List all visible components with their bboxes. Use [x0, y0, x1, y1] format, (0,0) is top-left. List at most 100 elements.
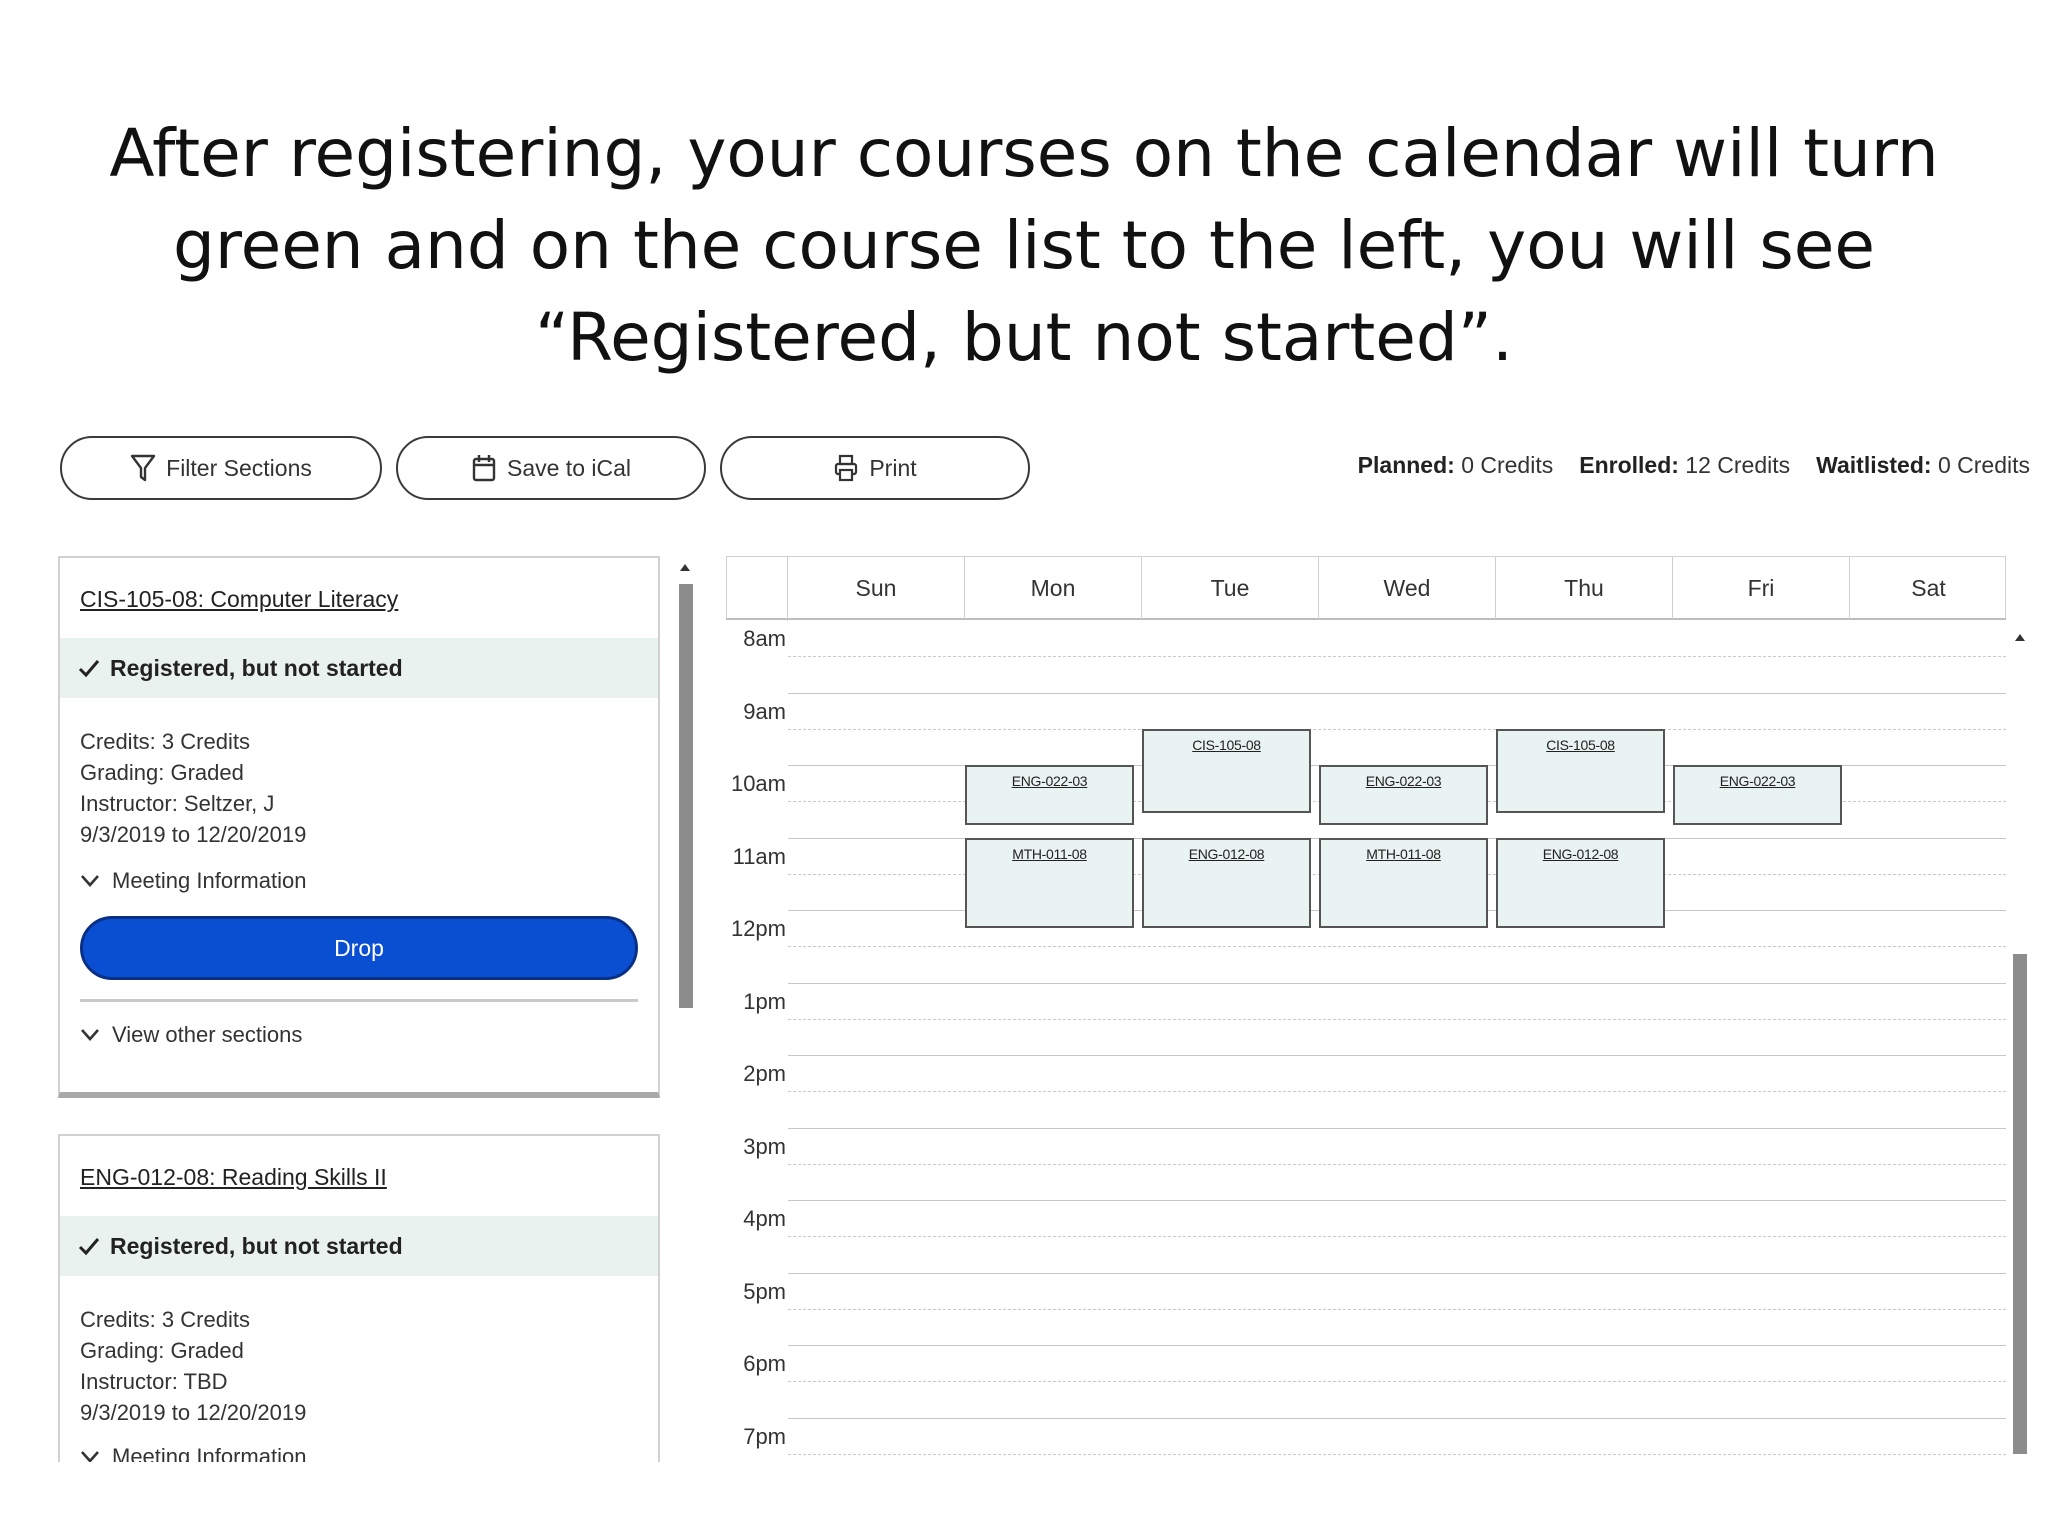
chevron-down-icon [81, 1029, 99, 1041]
course-title-link[interactable]: CIS-105-08: Computer Literacy [80, 586, 398, 613]
status-text: Registered, but not started [110, 654, 403, 681]
calendar-event-code: ENG-022-03 [1011, 773, 1088, 789]
filter-icon [130, 454, 156, 482]
half-hour-gridline [788, 1308, 2006, 1310]
hour-label: 7pm [743, 1423, 786, 1449]
slide-title: After registering, your courses on the c… [109, 115, 1939, 376]
scroll-up-arrow-icon[interactable] [680, 564, 690, 571]
meeting-information-label: Meeting Information [112, 1444, 307, 1462]
hour-gridline [788, 982, 2006, 984]
half-hour-gridline [788, 728, 2006, 730]
hour-label: 4pm [743, 1206, 786, 1231]
checkmark-icon [78, 660, 100, 678]
calendar-event[interactable]: CIS-105-08 [1496, 728, 1665, 814]
calendar-event[interactable]: MTH-011-08 [965, 837, 1134, 929]
printer-icon [835, 454, 858, 482]
scroll-thumb[interactable] [2013, 954, 2027, 1454]
course-card: ENG-012-08: Reading Skills II Registered… [58, 1134, 660, 1462]
hour-label: 8am [743, 626, 786, 651]
print-label: Print [869, 454, 917, 481]
chevron-down-icon [81, 875, 99, 887]
drop-button[interactable]: Drop [80, 916, 638, 980]
day-header-mon: Mon [964, 557, 1141, 619]
status-badge: Registered, but not started [60, 1216, 658, 1276]
hour-gridline [788, 1345, 2006, 1346]
hour-label: 1pm [743, 988, 786, 1014]
chevron-down-icon [81, 1451, 99, 1462]
calendar-icon [472, 455, 496, 482]
half-hour-gridline [788, 656, 2006, 657]
hour-label: 6pm [743, 1351, 786, 1376]
hour-label: 3pm [743, 1133, 786, 1159]
half-hour-gridline [788, 1381, 2006, 1382]
save-to-ical-button[interactable]: Save to iCal [396, 436, 706, 500]
hour-label: 5pm [743, 1278, 786, 1304]
calendar-event-code: ENG-012-08 [1188, 845, 1265, 862]
half-hour-gridline [788, 1091, 2006, 1092]
view-other-sections-toggle[interactable]: View other sections [80, 1022, 302, 1048]
schedule-calendar: Sun Mon Tue Wed Thu Fri Sat 8am 9am 10am 11am 12pm… [726, 556, 2032, 1462]
course-instructor: Instructor: Seltzer, J [80, 791, 275, 816]
half-hour-gridline [788, 1018, 2006, 1020]
enrolled-credits: Enrolled: 12 Credits [1579, 452, 1791, 478]
scroll-up-arrow-icon[interactable] [2015, 634, 2025, 641]
hour-gridline [788, 1200, 2006, 1201]
course-grading: Grading: Graded [80, 760, 244, 785]
course-grading: Grading: Graded [80, 1338, 244, 1363]
calendar-event-code: ENG-022-03 [1719, 773, 1796, 789]
course-card: CIS-105-08: Computer Literacy Registered… [58, 556, 660, 1098]
half-hour-gridline [788, 1453, 2006, 1455]
half-hour-gridline [788, 1236, 2006, 1237]
hour-label: 11am [732, 843, 786, 869]
calendar-scrollbar[interactable] [2010, 620, 2030, 1460]
scroll-thumb[interactable] [679, 584, 693, 1008]
day-header-thu: Thu [1495, 557, 1672, 619]
filter-sections-button[interactable]: Filter Sections [60, 436, 382, 500]
day-header-wed: Wed [1318, 557, 1495, 619]
hour-gridline [788, 692, 2006, 694]
meeting-information-toggle[interactable]: Meeting Information [80, 868, 306, 894]
course-list-scrollbar[interactable] [676, 556, 696, 1462]
calendar-event[interactable]: MTH-011-08 [1319, 837, 1488, 929]
calendar-header: Sun Mon Tue Wed Thu Fri Sat [726, 556, 2007, 621]
calendar-event-code: MTH-011-08 [1012, 845, 1087, 862]
calendar-event[interactable]: ENG-012-08 [1496, 837, 1665, 929]
print-button[interactable]: Print [720, 436, 1030, 500]
meeting-information-toggle[interactable]: Meeting Information [80, 1444, 306, 1462]
calendar-event-code: CIS-105-08 [1546, 736, 1615, 753]
calendar-event-code: MTH-011-08 [1366, 845, 1441, 862]
filter-sections-label: Filter Sections [166, 454, 312, 481]
hour-gridline [788, 1417, 2006, 1419]
hour-gridline [788, 1272, 2006, 1274]
day-header-fri: Fri [1672, 557, 1849, 619]
hour-label: 12pm [730, 916, 786, 941]
day-header-sun: Sun [787, 557, 964, 619]
course-credits: Credits: 3 Credits [80, 1307, 250, 1332]
calendar-event-code: ENG-022-03 [1365, 773, 1442, 789]
half-hour-gridline [788, 946, 2006, 947]
planned-credits: Planned: 0 Credits [1357, 452, 1554, 478]
calendar-event[interactable]: ENG-022-03 [1319, 765, 1488, 826]
half-hour-gridline [788, 1163, 2006, 1165]
waitlisted-credits: Waitlisted: 0 Credits [1816, 452, 2030, 478]
day-header-sat: Sat [1849, 557, 2007, 619]
hour-gridline [788, 1055, 2006, 1056]
save-to-ical-label: Save to iCal [506, 454, 631, 481]
calendar-event[interactable]: ENG-022-03 [1673, 765, 1842, 826]
status-badge: Registered, but not started [60, 638, 658, 698]
course-dates: 9/3/2019 to 12/20/2019 [80, 822, 307, 847]
hour-label: 9am [743, 698, 786, 724]
checkmark-icon [78, 1238, 100, 1256]
calendar-event[interactable]: ENG-012-08 [1142, 837, 1311, 929]
hour-gridline [788, 1127, 2006, 1129]
calendar-event[interactable]: CIS-105-08 [1142, 728, 1311, 814]
course-title-link[interactable]: ENG-012-08: Reading Skills II [80, 1164, 387, 1191]
meeting-information-label: Meeting Information [112, 868, 307, 893]
hour-label: 10am [730, 771, 786, 796]
course-details: Credits: 3 Credits Grading: Graded Instr… [80, 1304, 306, 1428]
course-credits: Credits: 3 Credits [80, 729, 250, 754]
day-header-tue: Tue [1141, 557, 1318, 619]
course-dates: 9/3/2019 to 12/20/2019 [80, 1400, 307, 1425]
calendar-event[interactable]: ENG-022-03 [965, 765, 1134, 826]
course-details: Credits: 3 Credits Grading: Graded Instr… [80, 726, 306, 850]
